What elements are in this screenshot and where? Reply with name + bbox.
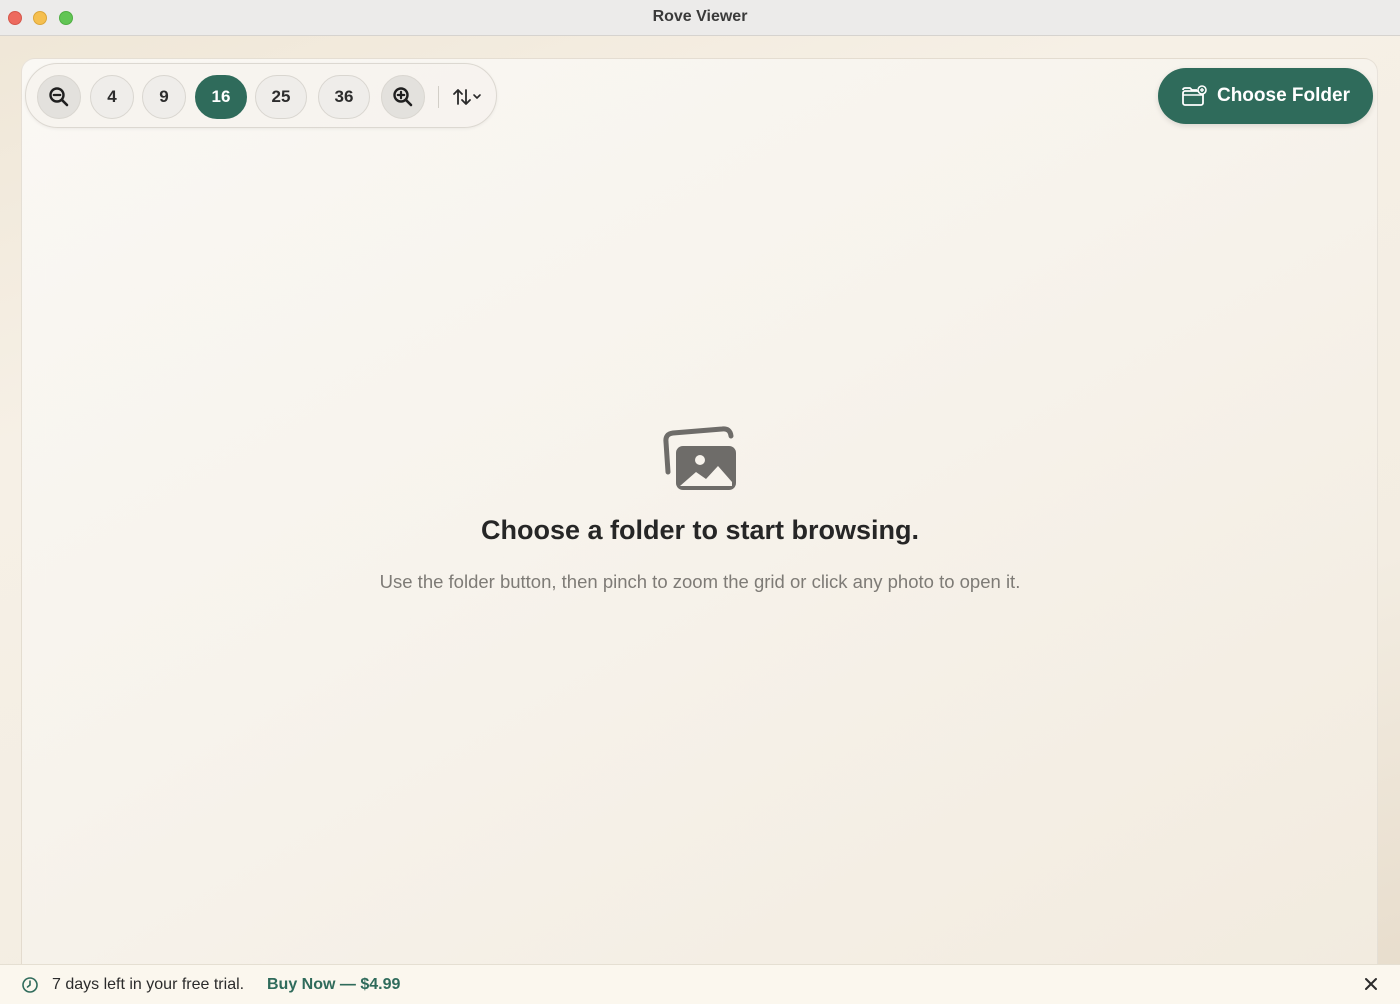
empty-state-title: Choose a folder to start browsing.: [480, 515, 920, 545]
grid-size-36-button[interactable]: 36: [318, 75, 370, 119]
zoom-out-icon: [49, 87, 69, 107]
empty-state-subtitle: Use the folder button, then pinch to zoo…: [379, 571, 1021, 592]
grid-size-16-button[interactable]: 16: [195, 75, 247, 119]
grid-size-25-button[interactable]: 25: [255, 75, 307, 119]
photos-stack-icon: [663, 426, 736, 490]
toolbar-divider: [438, 86, 439, 108]
choose-folder-button[interactable]: Choose Folder: [1158, 68, 1373, 124]
grid-size-4-button[interactable]: 4: [90, 75, 134, 119]
clock-icon: [22, 977, 38, 993]
zoom-in-button[interactable]: [381, 75, 425, 119]
folder-add-icon: [1182, 85, 1207, 106]
trial-banner: 7 days left in your free trial. Buy Now …: [0, 964, 1400, 1004]
title-bar: Rove Viewer: [0, 0, 1400, 36]
grid-toolbar: 4 9 16 25 36: [25, 63, 497, 128]
grid-size-9-button[interactable]: 9: [142, 75, 186, 119]
dismiss-banner-button[interactable]: [1361, 974, 1381, 994]
window-title: Rove Viewer: [652, 8, 748, 25]
sort-icon: [453, 89, 481, 105]
sort-menu-button[interactable]: [447, 82, 487, 112]
choose-folder-label: Choose Folder: [1216, 85, 1350, 106]
buy-now-link[interactable]: Buy Now — $4.99: [267, 976, 400, 994]
zoom-in-icon: [393, 87, 413, 107]
close-x-icon: [1365, 978, 1377, 990]
zoom-out-button[interactable]: [37, 75, 81, 119]
main-panel: [21, 58, 1378, 964]
trial-message: 7 days left in your free trial.: [52, 976, 245, 993]
